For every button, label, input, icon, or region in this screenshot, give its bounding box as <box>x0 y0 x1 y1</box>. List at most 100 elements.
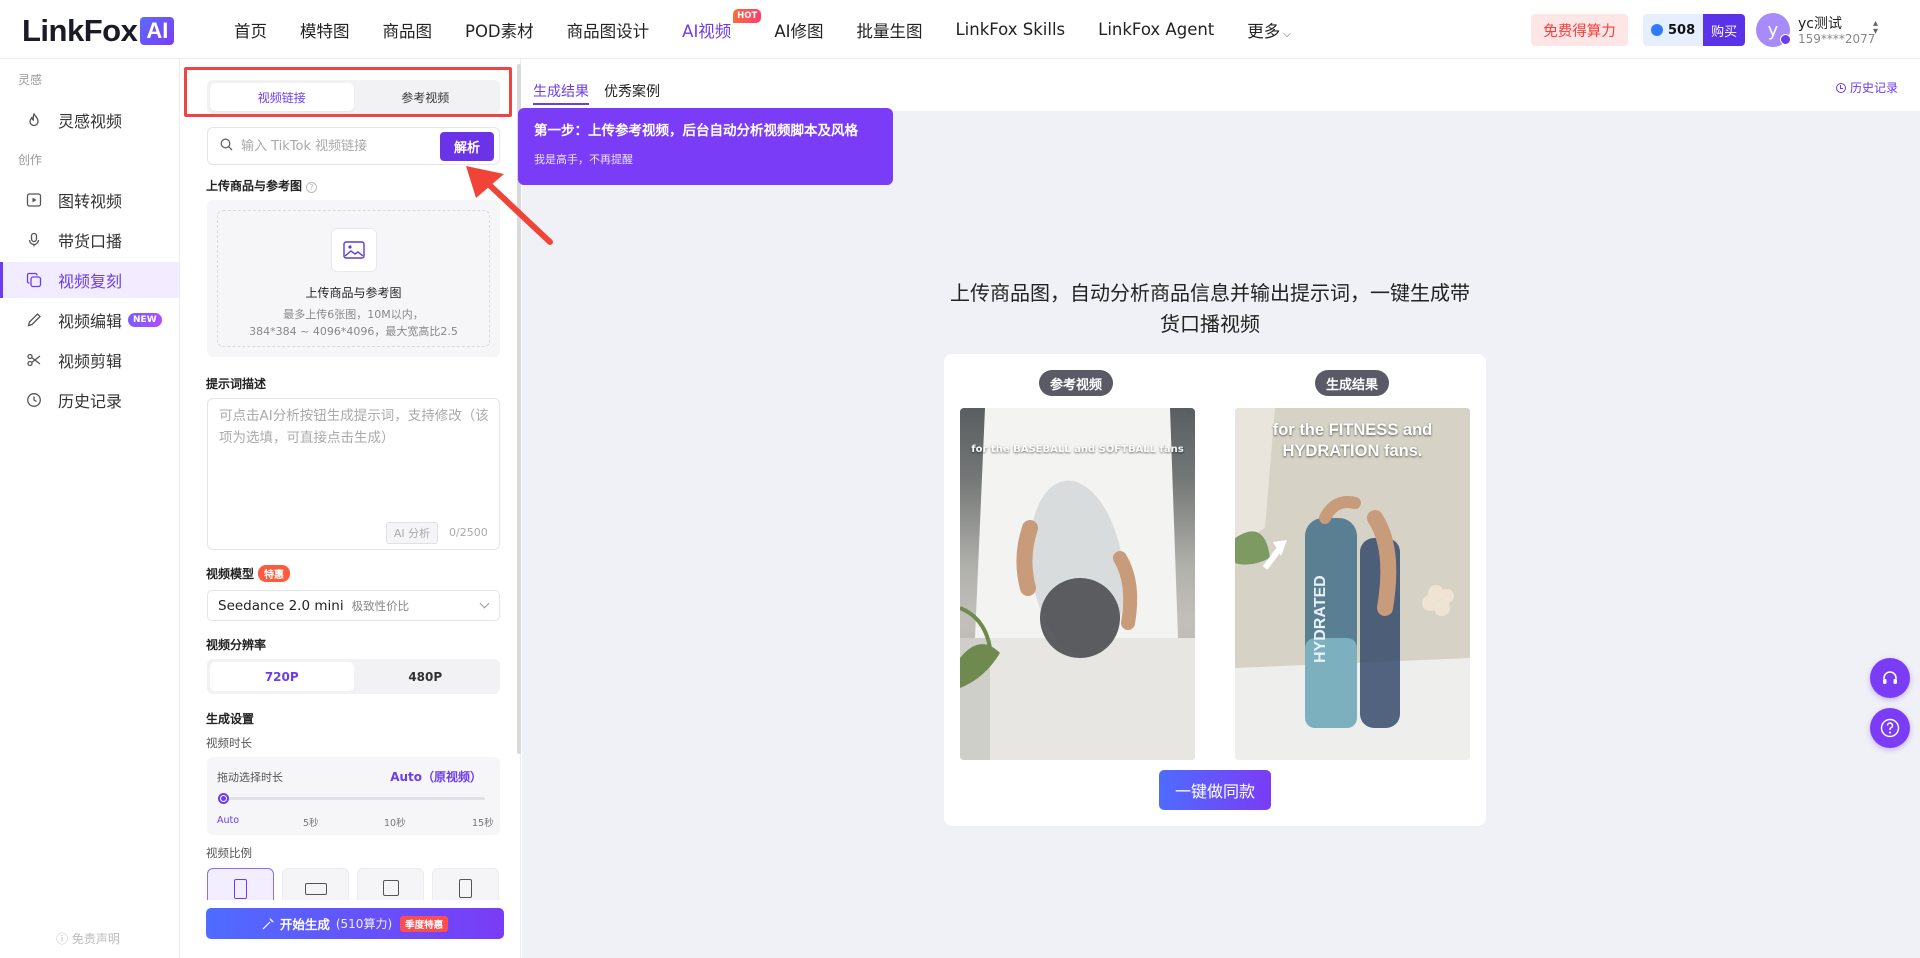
tick-15s: 15秒 <box>472 818 494 829</box>
nav-product-image[interactable]: 商品图 <box>383 18 433 42</box>
nav-batch-generate[interactable]: 批量生图 <box>856 18 922 42</box>
landscape-ratio-icon <box>304 883 327 895</box>
nav-model-image[interactable]: 模特图 <box>300 18 350 42</box>
model-label: 视频模型 特惠 <box>206 565 291 582</box>
upload-section-label: 上传商品与参考图? <box>206 177 318 194</box>
duration-track[interactable] <box>222 797 485 800</box>
upload-area: 上传商品与参考图 最多上传6张图，10M以内， 384*384 ~ 4096*40… <box>207 200 500 357</box>
page-headline: 上传商品图，自动分析商品信息并输出提示词，一键生成带 货口播视频 <box>940 278 1480 340</box>
reference-video-preview[interactable]: for the BASEBALL and SOFTBALL fans <box>960 408 1195 760</box>
nav-ai-video[interactable]: AI视频 HOT <box>682 8 762 42</box>
result-caption-line-1: for the FITNESS and <box>1272 421 1433 439</box>
scissors-icon <box>26 352 42 368</box>
sidebar-item-label: 灵感视频 <box>58 112 123 131</box>
ratio-label: 视频比例 <box>206 846 252 860</box>
onboarding-tooltip: 第一步：上传参考视频，后台自动分析视频脚本及风格 我是高手，不再提醒 <box>518 108 893 185</box>
nav-more-label: 更多 <box>1247 21 1281 41</box>
reference-video-frame <box>960 408 1195 760</box>
nav-ai-video-label: AI视频 <box>682 21 732 41</box>
make-same-button[interactable]: 一键做同款 <box>1159 770 1271 810</box>
upload-hint-line-2: 384*384 ~ 4096*4096，最大宽高比2.5 <box>249 325 458 338</box>
sidebar-item-video-replicate[interactable]: 视频复刻 <box>0 262 179 298</box>
duration-label: 视频时长 <box>206 736 252 750</box>
history-link[interactable]: 历史记录 <box>1835 79 1898 96</box>
new-badge: NEW <box>128 313 162 327</box>
user-name[interactable]: yc测试 <box>1798 13 1842 33</box>
sidebar-item-inspiration-video[interactable]: 灵感视频 <box>0 102 179 138</box>
duration-slider-handle[interactable] <box>218 793 229 804</box>
result-caption: for the FITNESS and HYDRATION fans. <box>1235 420 1470 462</box>
help-icon[interactable]: ? <box>306 182 318 193</box>
headset-icon <box>1883 671 1897 684</box>
upload-hint-line-1: 最多上传6张图，10M以内， <box>283 308 424 321</box>
free-credits-button[interactable]: 免费得算力 <box>1531 14 1628 46</box>
vip-crown-icon <box>1780 34 1791 45</box>
model-desc: 极致性价比 <box>351 598 410 613</box>
square-ratio-icon <box>382 880 399 896</box>
resolution-720p[interactable]: 720P <box>210 662 354 691</box>
nav-pod-assets[interactable]: POD素材 <box>465 18 534 42</box>
result-video-preview[interactable]: HYDRATED for the FITNESS and HYDRATION fa… <box>1235 408 1470 760</box>
nav-linkfox-agent[interactable]: LinkFox Agent <box>1098 20 1214 39</box>
resolution-label: 视频分辨率 <box>206 638 267 652</box>
prompt-label: 提示词描述 <box>206 377 267 391</box>
sidebar-item-label: 图转视频 <box>58 192 123 211</box>
quarterly-offer-badge: 季度特惠 <box>400 915 449 932</box>
nav-home[interactable]: 首页 <box>234 18 267 42</box>
nav-linkfox-skills[interactable]: LinkFox Skills <box>955 20 1065 39</box>
nav-product-design[interactable]: 商品图设计 <box>567 18 650 42</box>
chevron-down-icon <box>479 598 490 609</box>
buy-button[interactable]: 购买 <box>1703 14 1746 46</box>
main-nav: 首页 模特图 商品图 POD素材 商品图设计 AI视频 HOT AI修图 批量生图… <box>234 0 1324 59</box>
headline-line-1: 上传商品图，自动分析商品信息并输出提示词，一键生成带 <box>950 281 1470 305</box>
microphone-icon <box>26 232 42 248</box>
customer-service-button[interactable] <box>1870 658 1910 698</box>
ratio-3-4[interactable] <box>432 868 499 900</box>
linkfox-logo[interactable]: LinkFox AI <box>22 13 175 49</box>
ratio-16-9[interactable] <box>282 868 349 900</box>
result-caption-line-2: HYDRATION fans. <box>1282 442 1423 460</box>
char-count: 0/2500 <box>449 526 488 539</box>
help-button[interactable] <box>1870 708 1910 748</box>
ratio-9-16[interactable] <box>207 868 274 900</box>
upload-dropzone[interactable]: 上传商品与参考图 最多上传6张图，10M以内， 384*384 ~ 4096*40… <box>217 210 490 347</box>
resolution-480p[interactable]: 480P <box>354 662 498 691</box>
sidebar-item-image-to-video[interactable]: 图转视频 <box>0 182 179 218</box>
model-select[interactable]: Seedance 2.0 mini 极致性价比 <box>207 590 500 621</box>
logo-text: LinkFox <box>22 13 138 48</box>
special-offer-badge: 特惠 <box>258 565 291 582</box>
portrait-ratio-icon <box>234 879 247 899</box>
logo-ai-badge: AI <box>140 17 175 45</box>
duration-slider-box: 拖动选择时长 Auto（原视频） Auto 5秒 10秒 15秒 <box>207 757 500 835</box>
red-arrow-icon <box>466 166 553 245</box>
upload-hint: 最多上传6张图，10M以内， 384*384 ~ 4096*4096，最大宽高比2… <box>249 306 458 340</box>
ratio-1-1[interactable] <box>357 868 424 900</box>
tab-results[interactable]: 生成结果 <box>533 81 589 105</box>
tab-showcase[interactable]: 优秀案例 <box>604 81 660 101</box>
sidebar-item-label: 视频复刻 <box>58 272 123 291</box>
result-tabs-bar: 生成结果 优秀案例 历史记录 <box>522 59 1920 111</box>
headline-line-2: 货口播视频 <box>1160 312 1260 336</box>
tall-ratio-icon <box>459 879 472 898</box>
result-pill: 生成结果 <box>1315 370 1390 396</box>
disclaimer-label: 免责声明 <box>71 932 120 946</box>
copy-icon <box>26 272 42 288</box>
sidebar-item-history[interactable]: 历史记录 <box>0 382 179 418</box>
model-label-text: 视频模型 <box>206 567 255 581</box>
prompt-textarea[interactable] <box>219 405 490 505</box>
sidebar-item-live-commerce[interactable]: 带货口播 <box>0 222 179 258</box>
prompt-box: AI 分析 0/2500 <box>207 398 500 550</box>
parse-button[interactable]: 解析 <box>440 132 494 161</box>
start-generate-button[interactable]: 开始生成 (510算力) 季度特惠 <box>206 908 504 939</box>
sidebar-item-video-cut[interactable]: 视频剪辑 <box>0 342 179 378</box>
duration-drag-label: 拖动选择时长 <box>217 771 283 784</box>
pencil-icon <box>26 312 42 328</box>
gen-settings-label: 生成设置 <box>206 712 255 726</box>
ai-analyze-button[interactable]: AI 分析 <box>386 522 438 544</box>
nav-ai-retouch[interactable]: AI修图 <box>774 18 823 42</box>
disclaimer-link[interactable]: ⓘ 免责声明 <box>56 930 120 947</box>
sort-chevron-icon[interactable]: ▴ ▾ <box>1873 19 1878 37</box>
nav-more[interactable]: 更多 ⌵ <box>1247 18 1291 42</box>
sidebar-item-video-edit[interactable]: 视频编辑 NEW <box>0 302 179 338</box>
tick-auto: Auto <box>217 815 240 826</box>
